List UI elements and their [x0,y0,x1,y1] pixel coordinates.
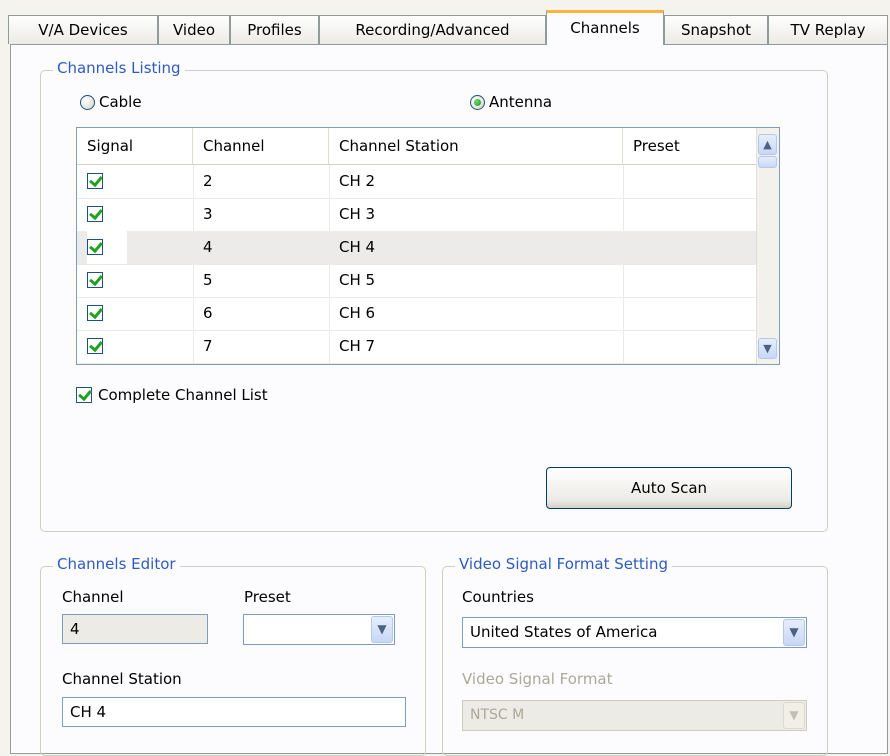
channel-station: CH 4 [339,238,376,256]
channel-number: 4 [203,238,213,256]
channel-station: CH 6 [339,304,376,322]
channel-number-field: 4 [62,614,208,644]
column-header-preset[interactable]: Preset [623,128,757,164]
tab-profiles[interactable]: Profiles [230,15,319,44]
channel-row[interactable]: 6 CH 6 [77,297,757,331]
channel-number: 2 [203,172,213,190]
radio-selected-dot [474,98,481,106]
column-header-channel-station[interactable]: Channel Station [329,128,623,164]
column-header-signal[interactable]: Signal [77,128,193,164]
chevron-down-icon[interactable]: ▼ [371,616,393,643]
signal-checkbox[interactable] [87,206,103,222]
tab-video[interactable]: Video [158,15,230,44]
preset-dropdown[interactable]: ▼ [243,614,395,645]
tab-recording-advanced[interactable]: Recording/Advanced [319,15,546,44]
channel-row[interactable]: 7 CH 7 [77,330,757,364]
video-signal-format-dropdown: NTSC M ▼ [462,700,807,731]
complete-channel-list-label: Complete Channel List [98,386,268,404]
channel-number: 3 [203,205,213,223]
chevron-down-icon[interactable]: ▼ [783,619,805,646]
channel-field-label: Channel [62,588,124,606]
cable-radio-label: Cable [99,93,142,111]
video-signal-format-value: NTSC M [470,707,525,723]
channels-editor-legend: Channels Editor [53,555,180,573]
list-vertical-scrollbar[interactable]: ▲ ▼ [756,128,779,364]
channel-station: CH 7 [339,337,376,355]
channel-number: 6 [203,304,213,322]
channel-list[interactable]: Signal Channel Channel Station Preset 2 … [76,127,780,365]
channel-list-header: Signal Channel Channel Station Preset [77,128,757,165]
scroll-thumb[interactable] [758,156,777,168]
channel-number: 7 [203,337,213,355]
video-signal-format-legend: Video Signal Format Setting [455,555,672,573]
tab-channels[interactable]: Channels [546,10,664,45]
auto-scan-button[interactable]: Auto Scan [546,467,792,509]
signal-checkbox[interactable] [87,173,103,189]
antenna-radio-circle[interactable] [470,94,485,110]
antenna-radio-label: Antenna [489,93,553,111]
signal-checkbox[interactable] [87,338,103,354]
tab-tv-replay[interactable]: TV Replay [768,15,888,44]
channel-station-label: Channel Station [62,670,182,688]
signal-checkbox[interactable] [87,305,103,321]
tab-va-devices[interactable]: V/A Devices [8,15,158,44]
signal-checkbox[interactable] [87,272,103,288]
channel-row[interactable]: 5 CH 5 [77,264,757,298]
video-signal-format-label: Video Signal Format [462,670,613,688]
channel-station-input[interactable]: CH 4 [62,697,406,727]
countries-label: Countries [462,588,534,606]
tab-snapshot[interactable]: Snapshot [664,15,768,44]
channel-station: CH 5 [339,271,376,289]
complete-channel-list-checkbox[interactable]: Complete Channel List [76,386,268,404]
channel-row[interactable]: 3 CH 3 [77,198,757,232]
channel-station: CH 3 [339,205,376,223]
countries-dropdown-value: United States of America [470,623,658,641]
signal-checkbox[interactable] [87,239,103,255]
cable-radio-circle[interactable] [80,94,95,110]
scroll-down-icon[interactable]: ▼ [758,338,777,359]
chevron-down-icon: ▼ [783,702,805,729]
antenna-radio[interactable]: Antenna [470,93,552,111]
preset-field-label: Preset [244,588,291,606]
scroll-up-icon[interactable]: ▲ [758,134,777,155]
channel-station: CH 2 [339,172,376,190]
cable-radio[interactable]: Cable [80,93,142,111]
channel-row-selected[interactable]: 4 CH 4 [77,231,757,265]
tab-strip: V/A Devices Video Profiles Recording/Adv… [0,0,890,48]
countries-dropdown[interactable]: United States of America ▼ [462,617,807,648]
complete-channel-list-box[interactable] [76,387,92,403]
channel-row[interactable]: 2 CH 2 [77,165,757,199]
channels-listing-legend: Channels Listing [53,59,185,77]
channel-number: 5 [203,271,213,289]
column-header-channel[interactable]: Channel [193,128,329,164]
